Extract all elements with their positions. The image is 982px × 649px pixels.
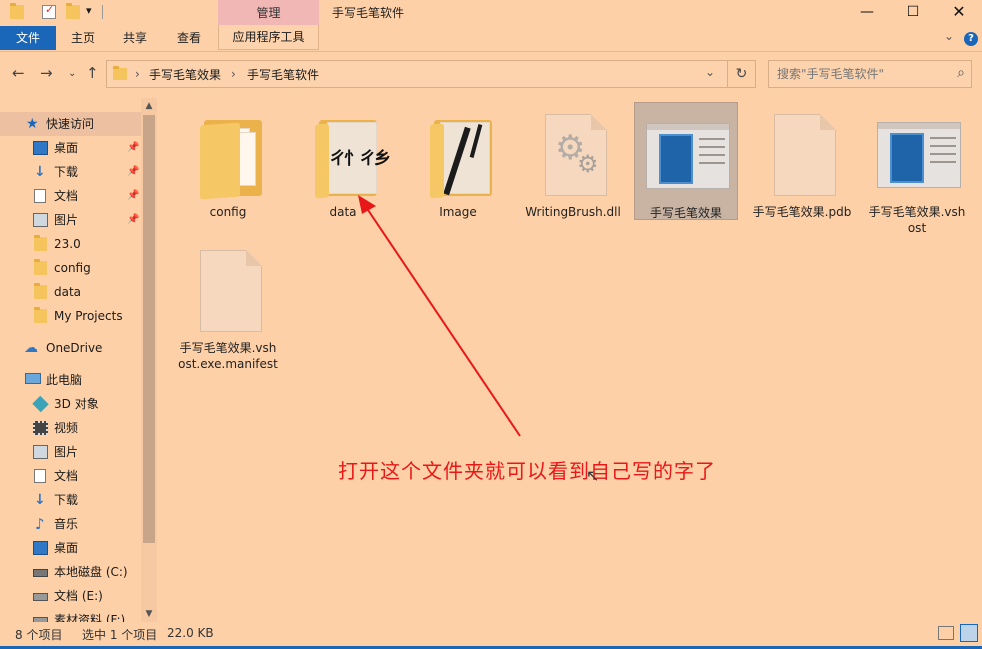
selection-size: 22.0 KB: [167, 626, 214, 640]
annotation-text: 打开这个文件夹就可以看到自己写的字了: [338, 459, 716, 483]
selection-count: 选中 1 个项目: [82, 628, 158, 642]
item-count: 8 个项目: [15, 628, 63, 642]
annotation-arrow: [358, 195, 521, 437]
mouse-cursor-icon: ↖: [586, 466, 600, 485]
details-view-icon[interactable]: [938, 626, 954, 640]
large-icons-view-icon[interactable]: [960, 624, 978, 642]
status-bar: 8 个项目 选中 1 个项目 22.0 KB: [0, 622, 982, 646]
